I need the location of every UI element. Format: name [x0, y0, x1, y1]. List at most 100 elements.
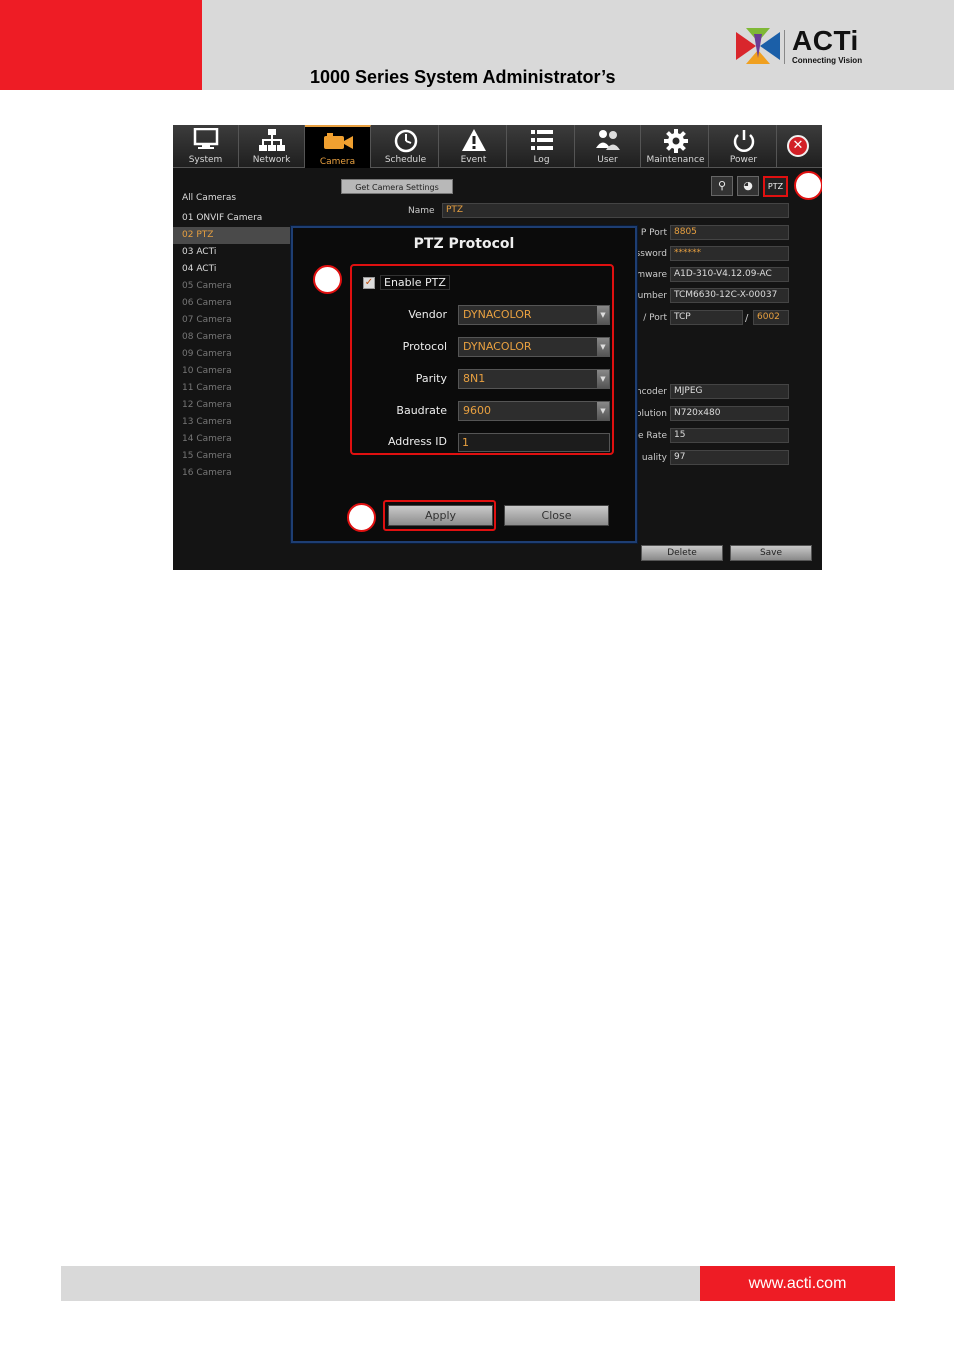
firmware-value: A1D-310-V4.12.09-AC — [670, 267, 789, 282]
camera-list-item[interactable]: 16 Camera — [173, 465, 298, 482]
person-tool-button[interactable]: ⚲ — [711, 176, 733, 196]
protocol-value: DYNACOLOR — [463, 340, 532, 353]
camera-list-item[interactable]: 13 Camera — [173, 414, 298, 431]
app-close-button[interactable]: ✕ — [787, 135, 809, 157]
tab-event[interactable]: Event — [441, 125, 507, 168]
tab-label: Schedule — [384, 155, 427, 165]
chevron-down-icon: ▼ — [597, 402, 609, 420]
camera-list-item[interactable]: 06 Camera — [173, 295, 298, 312]
logo-wordmark: ACTi — [792, 25, 859, 56]
tab-network[interactable]: Network — [239, 125, 305, 168]
close-button[interactable]: Close — [504, 505, 609, 526]
chevron-down-icon: ▼ — [597, 306, 609, 324]
address-id-input[interactable]: 1 — [458, 433, 610, 452]
camera-list-item[interactable]: 14 Camera — [173, 431, 298, 448]
camera-list-item[interactable]: 09 Camera — [173, 346, 298, 363]
delete-button[interactable]: Delete — [641, 545, 723, 561]
encoder-value[interactable]: MJPEG — [670, 384, 789, 399]
chevron-down-icon: ▼ — [597, 338, 609, 356]
camera-list-item[interactable]: 05 Camera — [173, 278, 298, 295]
tab-label: Camera — [319, 157, 356, 167]
tab-label: System — [188, 155, 223, 165]
camera-list-header: All Cameras — [182, 193, 237, 203]
name-label: Name — [408, 206, 435, 216]
page-title: 1000 Series System Administrator’s — [310, 67, 616, 87]
palette-icon: ◕ — [743, 179, 753, 192]
baudrate-label: Baudrate — [396, 404, 447, 417]
tab-system[interactable]: System — [173, 125, 239, 168]
power-icon — [711, 125, 776, 154]
camera-list-item[interactable]: 03 ACTi — [173, 244, 298, 261]
get-camera-settings-button[interactable]: Get Camera Settings — [341, 179, 453, 194]
address-id-label: Address ID — [387, 435, 447, 448]
quality-value[interactable]: 97 — [670, 450, 789, 465]
enable-ptz-label: Enable PTZ — [380, 275, 450, 290]
vendor-label: Vendor — [408, 308, 447, 321]
stream-port-input[interactable]: 6002 — [753, 310, 789, 325]
stream-protocol-input[interactable]: TCP — [670, 310, 743, 325]
clock-icon — [373, 125, 438, 154]
tab-camera[interactable]: Camera — [305, 125, 371, 168]
resolution-value[interactable]: N720x480 — [670, 406, 789, 421]
checkmark-icon: ✓ — [364, 277, 374, 288]
highlight-box — [350, 264, 614, 455]
main-tab-bar: System Network Camera Schedule Event Log… — [173, 125, 822, 168]
vendor-select[interactable]: DYNACOLOR ▼ — [458, 305, 610, 325]
tab-label: Log — [533, 155, 550, 165]
camera-list: 01 ONVIF Camera 02 PTZ 03 ACTi 04 ACTi 0… — [173, 210, 298, 482]
camera-list-item[interactable]: 07 Camera — [173, 312, 298, 329]
camera-list-item[interactable]: 04 ACTi — [173, 261, 298, 278]
camera-list-item[interactable]: 15 Camera — [173, 448, 298, 465]
step-marker-circle — [313, 265, 342, 294]
chevron-down-icon: ▼ — [597, 370, 609, 388]
camera-list-item[interactable]: 01 ONVIF Camera — [173, 210, 298, 227]
camera-list-item[interactable]: 12 Camera — [173, 397, 298, 414]
baudrate-select[interactable]: 9600 ▼ — [458, 401, 610, 421]
ptz-button[interactable]: PTZ — [763, 176, 788, 197]
gear-icon — [643, 125, 708, 154]
tab-label: Power — [729, 155, 758, 165]
ptz-protocol-dialog: PTZ Protocol ✓ Enable PTZ Vendor DYNACOL… — [291, 226, 637, 543]
apply-button[interactable]: Apply — [388, 505, 493, 526]
save-button[interactable]: Save — [730, 545, 812, 561]
acti-logo-icon — [736, 28, 780, 64]
port-input[interactable]: 8805 — [670, 225, 789, 240]
tab-label: Event — [460, 155, 487, 165]
parity-select[interactable]: 8N1 ▼ — [458, 369, 610, 389]
parity-value: 8N1 — [463, 372, 486, 385]
page-footer: www.acti.com — [61, 1266, 895, 1301]
camera-list-item[interactable]: 11 Camera — [173, 380, 298, 397]
password-input[interactable]: ****** — [670, 246, 789, 261]
name-input[interactable]: PTZ — [442, 203, 789, 218]
camera-list-item[interactable]: 08 Camera — [173, 329, 298, 346]
warning-icon — [441, 125, 506, 154]
vendor-value: DYNACOLOR — [463, 308, 532, 321]
step-marker-circle — [794, 171, 822, 200]
tab-schedule[interactable]: Schedule — [373, 125, 439, 168]
enable-ptz-checkbox[interactable]: ✓ — [363, 277, 375, 289]
header-red-block — [0, 0, 202, 90]
baudrate-value: 9600 — [463, 404, 491, 417]
camera-list-item-selected[interactable]: 02 PTZ — [173, 227, 298, 244]
close-icon: ✕ — [792, 138, 804, 153]
tab-maintenance[interactable]: Maintenance — [643, 125, 709, 168]
tab-log[interactable]: Log — [509, 125, 575, 168]
users-icon — [575, 125, 640, 154]
frame-rate-value[interactable]: 15 — [670, 428, 789, 443]
parity-label: Parity — [415, 372, 447, 385]
network-icon — [239, 125, 304, 154]
footer-url[interactable]: www.acti.com — [700, 1266, 895, 1301]
acti-logo: ACTi Connecting Vision — [734, 25, 874, 68]
protocol-label: Protocol — [402, 340, 447, 353]
tab-user[interactable]: User — [575, 125, 641, 168]
logo-tagline: Connecting Vision — [792, 56, 863, 65]
protocol-select[interactable]: DYNACOLOR ▼ — [458, 337, 610, 357]
tab-power[interactable]: Power — [711, 125, 777, 168]
page-header: 1000 Series System Administrator’s ACTi … — [0, 0, 954, 90]
palette-tool-button[interactable]: ◕ — [737, 176, 759, 196]
dialog-title: PTZ Protocol — [413, 236, 515, 252]
tab-label: Network — [252, 155, 291, 165]
camera-list-item[interactable]: 10 Camera — [173, 363, 298, 380]
logo-separator — [784, 30, 785, 64]
tab-label: Maintenance — [646, 155, 705, 165]
